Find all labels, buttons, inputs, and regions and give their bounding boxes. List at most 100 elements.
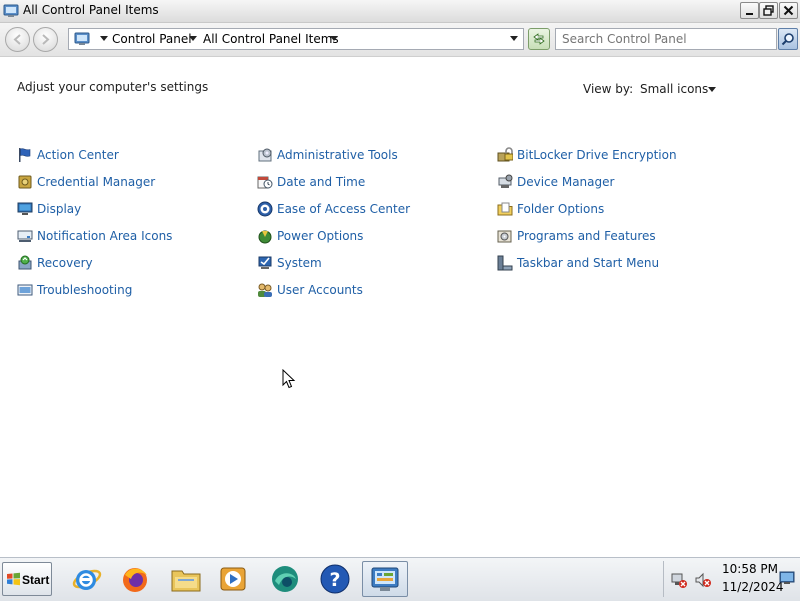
item-recovery[interactable]: Recovery: [17, 255, 247, 273]
item-system[interactable]: System: [257, 255, 487, 273]
item-user-accounts[interactable]: User Accounts: [257, 282, 487, 300]
breadcrumb-chevron-icon[interactable]: [189, 36, 197, 41]
internet-explorer-icon: [72, 569, 102, 590]
folder-options-icon: [497, 202, 513, 216]
taskbar-help[interactable]: ?: [315, 561, 355, 597]
taskbar-control-panel[interactable]: [362, 561, 408, 597]
view-by-chevron-icon[interactable]: [708, 87, 716, 92]
ease-of-access-icon: [257, 201, 273, 217]
taskbar-file-explorer[interactable]: [166, 561, 206, 597]
view-by-label: View by:: [583, 82, 634, 96]
window-title: All Control Panel Items: [23, 3, 159, 17]
restore-icon: [763, 5, 774, 16]
bitlocker-icon: [497, 147, 513, 162]
close-button[interactable]: [779, 2, 798, 19]
item-label[interactable]: BitLocker Drive Encryption: [517, 148, 677, 162]
item-label[interactable]: Credential Manager: [37, 175, 155, 189]
item-troubleshooting[interactable]: Troubleshooting: [17, 282, 247, 300]
back-arrow-icon: [13, 34, 21, 45]
view-by-dropdown[interactable]: Small icons: [640, 82, 708, 96]
control-panel-small-icon: [74, 32, 90, 45]
volume-muted-icon[interactable]: [695, 572, 711, 588]
breadcrumb-chevron-icon[interactable]: [330, 36, 338, 41]
minimize-icon: [746, 13, 753, 15]
item-label[interactable]: Recovery: [37, 256, 93, 270]
item-action-center[interactable]: Action Center: [17, 147, 247, 165]
taskbar-media-player[interactable]: [213, 561, 253, 597]
breadcrumb-root-chevron-icon[interactable]: [100, 36, 108, 41]
item-credential-manager[interactable]: Credential Manager: [17, 174, 247, 192]
control-panel-icon: [3, 4, 19, 17]
taskbar-browser[interactable]: [265, 561, 305, 597]
taskbar: Start ?: [0, 557, 800, 601]
item-device-manager[interactable]: Device Manager: [497, 174, 727, 192]
item-notification-area-icons[interactable]: Notification Area Icons: [17, 228, 247, 246]
start-label: Start: [22, 573, 50, 587]
item-label[interactable]: User Accounts: [277, 283, 363, 297]
page-heading: Adjust your computer's settings: [17, 80, 209, 94]
power-options-icon: [258, 230, 272, 244]
back-button[interactable]: [5, 27, 30, 52]
item-power-options[interactable]: Power Options: [257, 228, 487, 246]
admin-tools-icon: [258, 148, 272, 162]
start-button[interactable]: Start: [2, 562, 52, 596]
forward-arrow-icon: [42, 34, 50, 45]
item-date-and-time[interactable]: Date and Time: [257, 174, 487, 192]
item-label[interactable]: Ease of Access Center: [277, 202, 410, 216]
device-manager-icon: [498, 174, 513, 188]
vault-icon: [18, 175, 32, 189]
search-box[interactable]: [555, 28, 777, 50]
item-label[interactable]: Device Manager: [517, 175, 614, 189]
item-label[interactable]: Troubleshooting: [37, 283, 132, 297]
item-label[interactable]: Power Options: [277, 229, 363, 243]
item-ease-of-access-center[interactable]: Ease of Access Center: [257, 201, 487, 219]
taskbar-internet-explorer[interactable]: [66, 561, 106, 597]
search-input[interactable]: [556, 29, 774, 49]
title-bar[interactable]: All Control Panel Items: [0, 0, 800, 23]
mouse-cursor-icon: [282, 369, 296, 389]
svg-text:?: ?: [329, 569, 340, 591]
restore-button[interactable]: [759, 2, 778, 19]
item-label[interactable]: Display: [37, 202, 81, 216]
calendar-clock-icon: [257, 176, 273, 189]
item-label[interactable]: Programs and Features: [517, 229, 656, 243]
item-display[interactable]: Display: [17, 201, 247, 219]
search-button[interactable]: [778, 28, 798, 50]
item-label[interactable]: Action Center: [37, 148, 119, 162]
item-administrative-tools[interactable]: Administrative Tools: [257, 147, 487, 165]
forward-button[interactable]: [33, 27, 58, 52]
taskbar-firefox[interactable]: [115, 561, 155, 597]
show-desktop-icon[interactable]: [779, 571, 795, 585]
clock-time[interactable]: 10:58 PM: [722, 562, 778, 576]
item-label[interactable]: Date and Time: [277, 175, 365, 189]
windows-logo-icon: [7, 572, 20, 586]
item-taskbar-and-start-menu[interactable]: Taskbar and Start Menu: [497, 255, 727, 273]
item-label[interactable]: System: [277, 256, 322, 270]
troubleshooting-icon: [17, 284, 33, 296]
firefox-icon: [123, 568, 147, 592]
help-icon: ?: [320, 564, 350, 594]
breadcrumb[interactable]: Control Panel All Control Panel Items: [68, 28, 524, 50]
search-icon: [781, 33, 794, 46]
clock-date[interactable]: 11/2/2024: [722, 580, 784, 594]
breadcrumb-control-panel[interactable]: Control Panel: [112, 32, 192, 46]
item-label[interactable]: Folder Options: [517, 202, 604, 216]
address-history-dropdown-icon[interactable]: [510, 36, 518, 41]
breadcrumb-all-items[interactable]: All Control Panel Items: [203, 32, 339, 46]
close-icon: [783, 5, 794, 16]
item-label[interactable]: Administrative Tools: [277, 148, 398, 162]
flag-icon: [19, 148, 31, 162]
item-bitlocker-drive-encryption[interactable]: BitLocker Drive Encryption: [497, 147, 727, 165]
control-panel-icon: [371, 567, 399, 591]
item-label[interactable]: Notification Area Icons: [37, 229, 172, 243]
network-warning-icon[interactable]: [671, 572, 687, 588]
refresh-icon: [533, 33, 545, 45]
file-explorer-icon: [171, 570, 201, 592]
recovery-icon: [18, 255, 32, 270]
minimize-button[interactable]: [740, 2, 759, 19]
item-programs-and-features[interactable]: Programs and Features: [497, 228, 727, 246]
item-label[interactable]: Taskbar and Start Menu: [517, 256, 659, 270]
programs-features-icon: [497, 230, 512, 243]
item-folder-options[interactable]: Folder Options: [497, 201, 727, 219]
refresh-button[interactable]: [528, 28, 550, 50]
